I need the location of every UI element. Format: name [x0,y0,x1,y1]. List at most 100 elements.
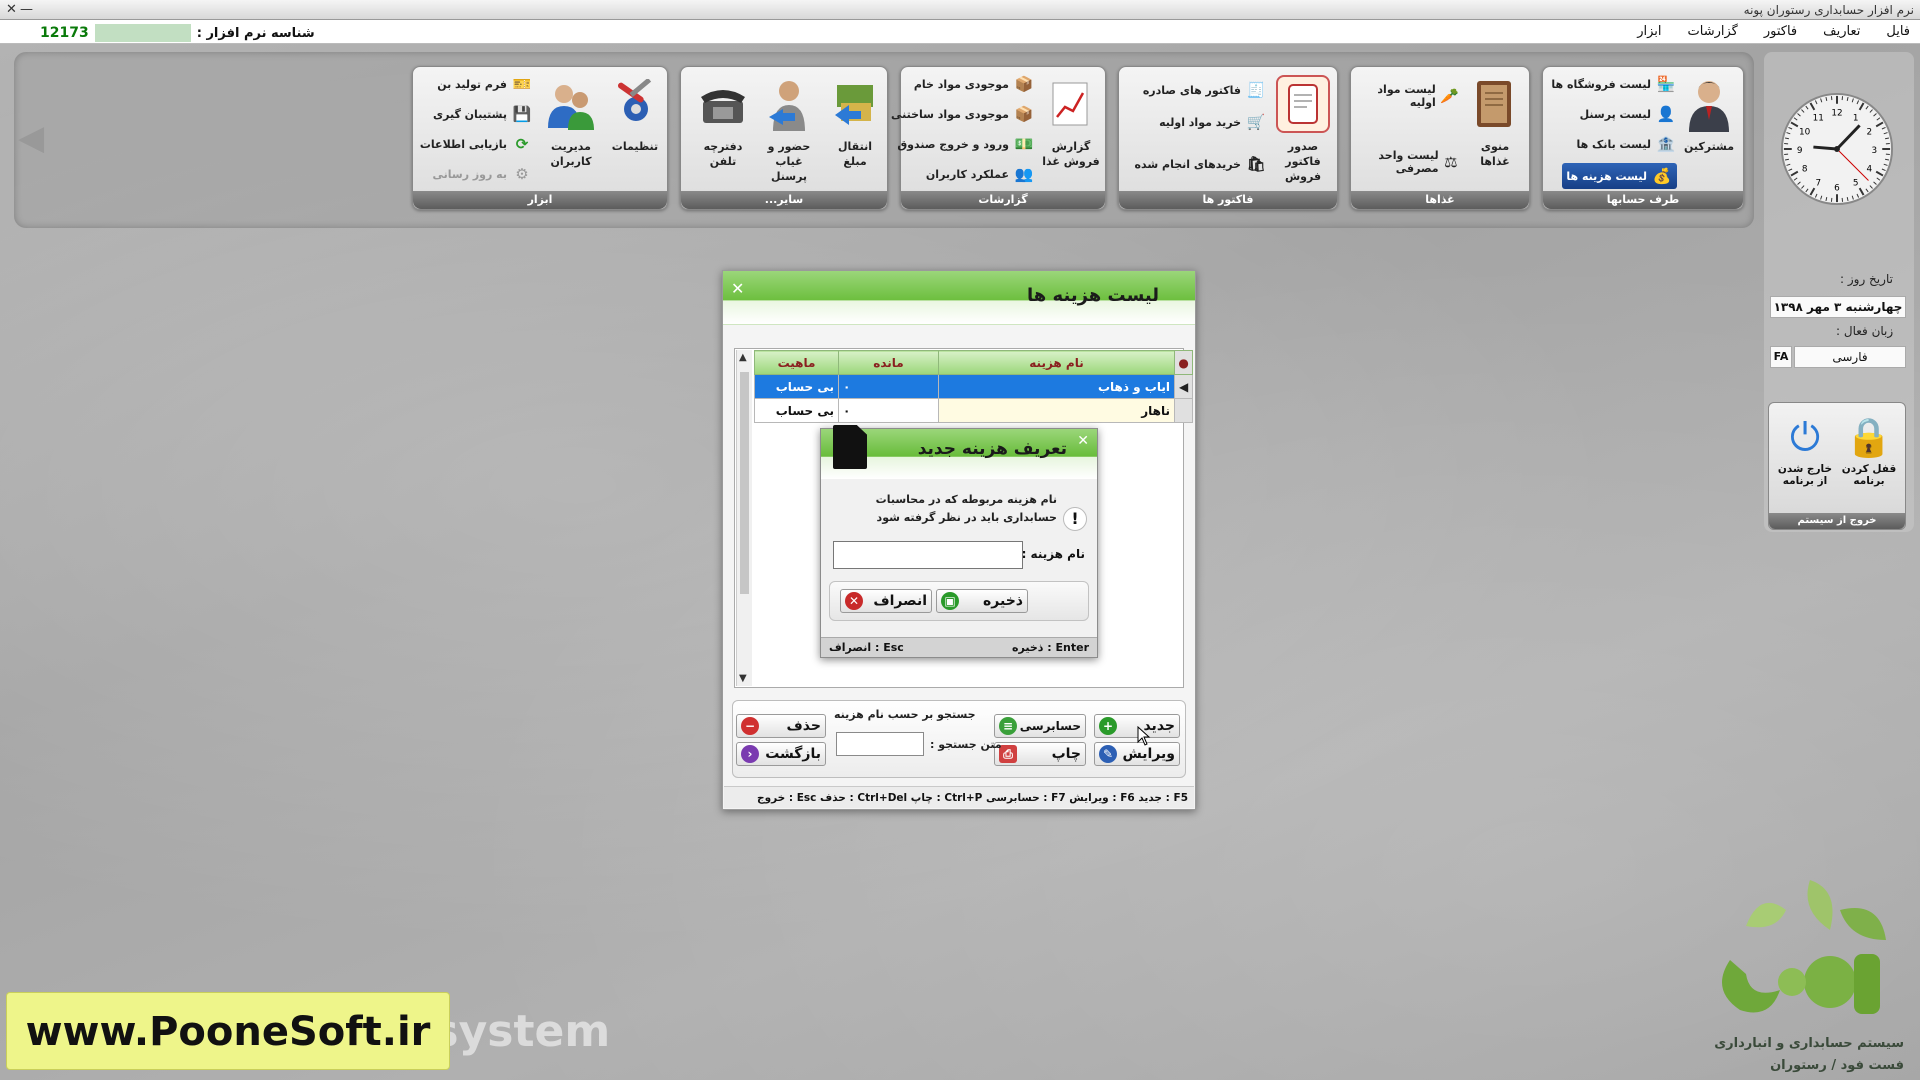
menu-reports[interactable]: گزارشات [1688,24,1738,39]
expense-name-input[interactable] [833,541,1023,569]
units-list-item[interactable]: ⚖ لیست واحد مصرفی [1359,145,1459,179]
column-nature[interactable]: ماهیت [754,350,839,375]
raw-materials-list-item[interactable]: 🥕 لیست مواد اولیه [1359,79,1459,113]
refresh-icon: ⟳ [515,135,529,153]
transfer-money-label: انتقال مبلغ [838,140,872,168]
clock-number: 3 [1872,146,1878,156]
cashbox-flow-item[interactable]: 💵 ورود و خروج صندوق [897,131,1035,157]
customers-button[interactable]: مشترکین [1679,73,1739,187]
menu-tools[interactable]: ابزار [1637,24,1661,39]
restore-item[interactable]: ⟳ بازیابی اطلاعات [420,131,533,157]
users-performance-item[interactable]: 👥 عملکرد کاربران [926,161,1035,187]
attendance-label: حضور و غیاب پرسنل [767,140,811,183]
scroll-thumb[interactable] [740,372,749,594]
completed-purchases-item[interactable]: 🛍 خریدهای انجام شده [1135,151,1267,177]
box-icon: 📦 [1014,105,1034,123]
expense-balance-cell[interactable]: ۰ [838,374,939,399]
built-stock-item[interactable]: 📦 موجودی مواد ساختنی [891,101,1035,127]
row-pointer-icon: ◀ [1173,374,1194,399]
language-label: زبان فعال : [1836,324,1894,338]
column-balance[interactable]: مانده [838,350,939,375]
system-id-mask [94,24,191,42]
sales-invoice-button[interactable]: صدور فاکتور فروش [1273,73,1333,187]
lock-program-label: قفل کردن برنامه [1841,463,1897,487]
settings-label: تنظیمات [611,140,659,153]
update-item[interactable]: ⚙ به روز رسانی [432,161,533,187]
backup-label: پشتیبان گیری [433,107,507,121]
expense-name-cell[interactable]: ایاب و ذهاب [938,374,1175,399]
phonebook-button[interactable]: دفترچه تلفن [693,73,753,187]
table-row[interactable]: ناهار ۰ بی حساب [754,398,1194,423]
menu-invoice[interactable]: فاکتور [1764,24,1797,39]
back-button[interactable]: بازگشت ‹ [736,742,826,766]
clock-number: 8 [1802,165,1808,175]
audit-button[interactable]: حسابرسی ≡ [994,714,1086,738]
phonebook-label: دفترچه تلفن [703,140,743,168]
raw-stock-item[interactable]: 📦 موجودی مواد خام [914,71,1035,97]
users-group-icon [544,75,598,133]
users-performance-label: عملکرد کاربران [925,167,1009,181]
mouse-cursor-icon [1137,726,1151,746]
search-input[interactable] [836,732,924,756]
clock-number: 12 [1831,109,1842,119]
list-icon: ≡ [999,717,1017,735]
chart-report-icon [1044,75,1098,133]
language-code[interactable]: FA [1770,346,1792,368]
shops-list-item[interactable]: 🏪 لیست فروشگاه ها [1551,71,1677,97]
issued-invoices-label: فاکتور های صادره [1142,83,1241,97]
staff-list-label: لیست پرسنل [1579,107,1651,121]
close-icon[interactable]: ✕ [731,279,744,298]
expense-balance-cell[interactable]: ۰ [838,398,939,423]
new-expense-title: تعریف هزینه جدید [917,439,1067,459]
restore-label: بازیابی اطلاعات [419,137,507,151]
delete-button-label: حذف [786,718,821,734]
shop-icon: 🏪 [1656,75,1676,93]
food-menu-button[interactable]: منوی غذاها [1465,73,1525,187]
menu-file[interactable]: فایل [1886,24,1910,39]
window-title: نرم افزار حسابداری رستوران پونه [1743,3,1914,17]
padlock-icon: 🔒 [1845,415,1893,459]
save-button[interactable]: ذخیره ▣ [936,589,1028,613]
print-button[interactable]: چاپ ⎙ [994,742,1086,766]
cashbox-flow-label: ورود و خروج صندوق [897,137,1009,151]
close-icon[interactable]: ✕ [6,0,17,20]
staff-list-item[interactable]: 👤 لیست پرسنل [1580,101,1677,127]
logout-button[interactable]: ⏻ خارج شدن از برنامه [1775,411,1835,487]
delete-button[interactable]: حذف − [736,714,826,738]
table-row[interactable]: ◀ ایاب و ذهاب ۰ بی حساب [754,374,1194,399]
users-management-button[interactable]: مدیریت کاربران [541,73,601,187]
attendance-button[interactable]: حضور و غیاب پرسنل [759,73,819,187]
buy-materials-item[interactable]: 🛒 خرید مواد اولیه [1159,109,1267,135]
tools-group-title: ابزار [413,191,667,209]
column-expense-name[interactable]: نام هزینه [938,350,1175,375]
banks-list-item[interactable]: 🏦 لیست بانک ها [1576,131,1677,157]
expense-name-cell[interactable]: ناهار [938,398,1175,423]
expense-nature-cell[interactable]: بی حساب [754,398,839,423]
clock-number: 6 [1834,183,1840,193]
expenses-list-item[interactable]: 💰 لیست هزینه ها [1562,163,1677,189]
scroll-up-icon[interactable]: ▲ [739,352,747,363]
menu-definitions[interactable]: تعاریف [1823,24,1860,39]
expense-nature-cell[interactable]: بی حساب [754,374,839,399]
ribbon-scroll-left-icon[interactable]: ◀ [18,118,44,158]
website-banner: www.PooneSoft.ir [6,992,450,1070]
scroll-down-icon[interactable]: ▼ [739,673,747,684]
minimize-icon[interactable]: — [20,0,33,20]
issued-invoices-item[interactable]: 🧾 فاکتور های صادره [1143,77,1267,103]
built-stock-label: موجودی مواد ساختنی [890,107,1009,121]
raw-stock-label: موجودی مواد خام [913,77,1009,91]
language-value[interactable]: فارسی [1794,346,1906,368]
lock-program-button[interactable]: 🔒 قفل کردن برنامه [1839,411,1899,487]
ribbon-group-invoices: صدور فاکتور فروش 🧾 فاکتور های صادره 🛒 خر… [1118,66,1338,210]
grid-scrollbar[interactable]: ▲ ▼ [736,350,752,686]
back-button-label: بازگشت [765,746,821,762]
close-icon[interactable]: ✕ [1077,433,1089,449]
coupon-form-item[interactable]: 🎫 فرم تولید بن [437,71,533,97]
transfer-money-button[interactable]: انتقال مبلغ [825,73,885,187]
user-chart-icon: 👥 [1014,165,1034,183]
food-sales-report-button[interactable]: گزارش فروش غذا [1041,73,1101,187]
backup-item[interactable]: 💾 پشتیبان گیری [433,101,533,127]
cancel-button[interactable]: انصراف ✕ [840,589,932,613]
buy-materials-label: خرید مواد اولیه [1159,115,1241,129]
settings-button[interactable]: تنظیمات [605,73,665,187]
